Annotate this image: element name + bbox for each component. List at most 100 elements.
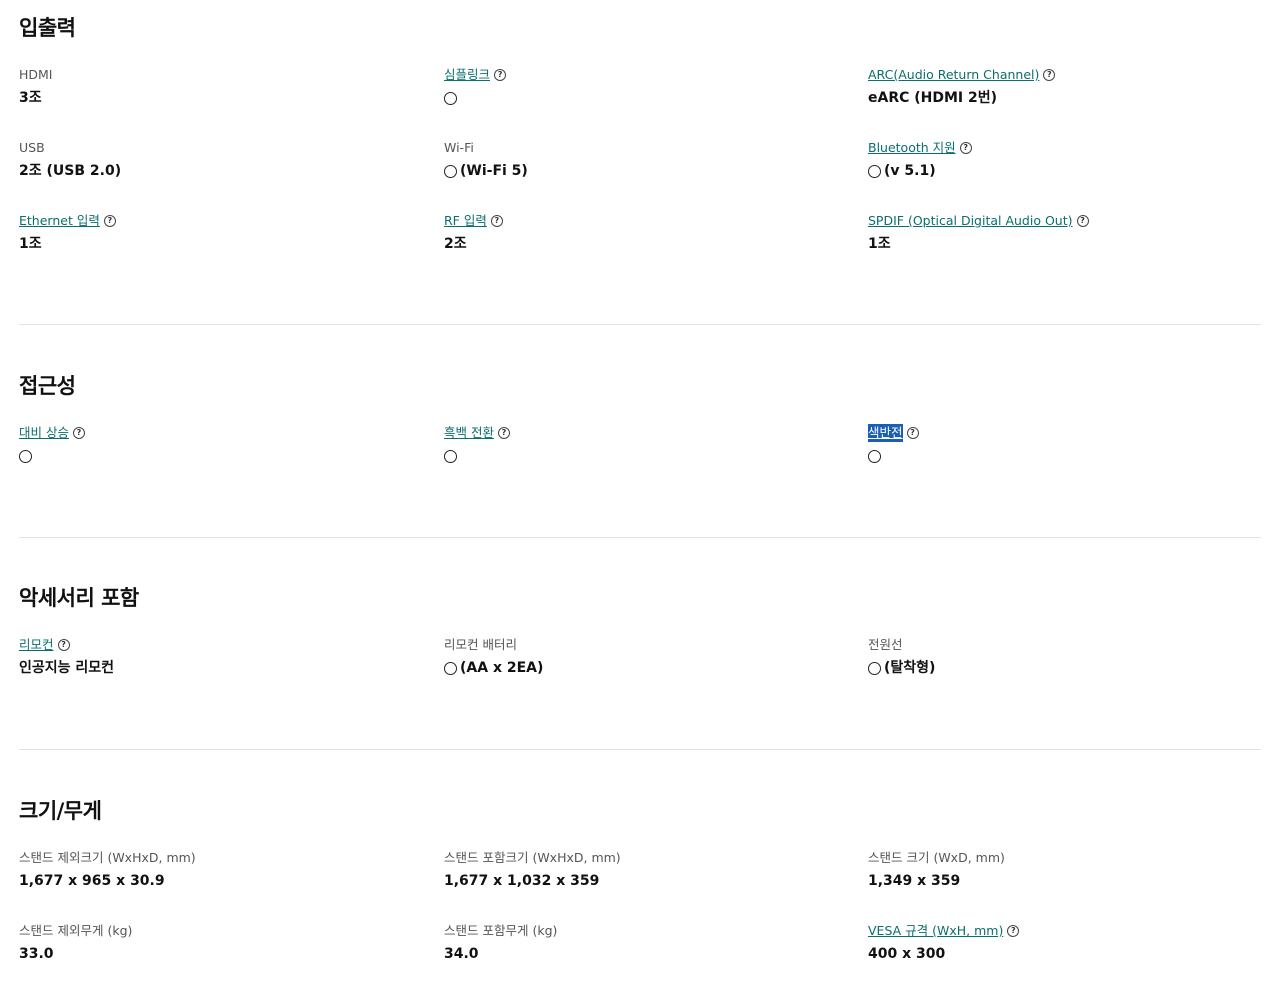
help-icon[interactable]: ?	[1007, 925, 1020, 937]
spec-label: 스탠드 제외무게 (kg)	[19, 922, 419, 940]
help-icon[interactable]: ?	[57, 639, 70, 651]
supported-circle-icon	[19, 449, 32, 463]
spec-item-리모컨-배터리: 리모컨 배터리 (AA x 2EA)	[444, 636, 844, 678]
spec-label-text: 스탠드 포함크기 (WxHxD, mm)	[444, 850, 621, 865]
spec-label-text: 스탠드 크기 (WxD, mm)	[868, 850, 1005, 865]
spec-label: 전원선	[868, 636, 1268, 654]
spec-item-vesa-규격-wxh-mm: VESA 규격 (WxH, mm)? 400 x 300	[868, 922, 1268, 964]
spec-value-text: (탈착형)	[884, 660, 936, 676]
spec-label-link[interactable]: VESA 규격 (WxH, mm)	[868, 922, 1003, 940]
spec-value: 3조	[19, 88, 419, 108]
section-divider	[19, 537, 1261, 538]
spec-item-spdif-optical-digital-audio-out: SPDIF (Optical Digital Audio Out)? 1조	[868, 212, 1268, 254]
spec-value	[444, 446, 844, 466]
help-icon[interactable]: ?	[906, 427, 919, 439]
spec-value-text: 1,349 x 359	[868, 873, 961, 889]
spec-label: 스탠드 크기 (WxD, mm)	[868, 849, 1268, 867]
help-icon[interactable]: ?	[1043, 69, 1056, 81]
spec-label-text: 리모컨 배터리	[444, 637, 517, 652]
spec-label: VESA 규격 (WxH, mm)?	[868, 922, 1268, 940]
spec-value	[444, 88, 844, 108]
spec-value: 인공지능 리모컨	[19, 658, 419, 678]
spec-label: 대비 상승?	[19, 424, 419, 442]
supported-circle-icon	[444, 91, 457, 105]
help-icon[interactable]: ?	[490, 215, 503, 227]
spec-label: 리모컨?	[19, 636, 419, 654]
spec-label-link[interactable]: RF 입력	[444, 212, 487, 230]
spec-item-wi-fi: Wi-Fi (Wi-Fi 5)	[444, 139, 844, 181]
spec-label: ARC(Audio Return Channel)?	[868, 66, 1268, 84]
spec-value: (AA x 2EA)	[444, 658, 844, 678]
spec-item-스탠드-제외무게-kg: 스탠드 제외무게 (kg) 33.0	[19, 922, 419, 964]
spec-value-text: 2조 (USB 2.0)	[19, 163, 122, 179]
spec-label-text: USB	[19, 140, 45, 155]
spec-item-색반전: 색반전?	[868, 424, 1268, 466]
spec-label: 심플링크?	[444, 66, 844, 84]
spec-value-text: 400 x 300	[868, 946, 946, 962]
spec-label-link[interactable]: 리모컨	[19, 636, 54, 654]
spec-value: 1,349 x 359	[868, 871, 1268, 891]
spec-label-text: 스탠드 제외무게 (kg)	[19, 923, 133, 938]
spec-label: HDMI	[19, 66, 419, 84]
spec-value-text: 2조	[444, 236, 467, 252]
help-icon[interactable]: ?	[72, 427, 85, 439]
spec-value: 2조 (USB 2.0)	[19, 161, 419, 181]
spec-label-link[interactable]: 흑백 전환	[444, 424, 494, 442]
help-icon[interactable]: ?	[497, 427, 510, 439]
spec-label-link[interactable]: Ethernet 입력	[19, 212, 100, 230]
spec-label: Ethernet 입력?	[19, 212, 419, 230]
spec-label-text: HDMI	[19, 67, 53, 82]
spec-label-link[interactable]: 심플링크	[444, 66, 490, 84]
spec-value-text: 34.0	[444, 946, 479, 962]
spec-value-text: (v 5.1)	[884, 163, 936, 179]
spec-label: Bluetooth 지원?	[868, 139, 1268, 157]
spec-value: 400 x 300	[868, 944, 1268, 964]
spec-value-text: 3조	[19, 90, 42, 106]
spec-label-link[interactable]: SPDIF (Optical Digital Audio Out)	[868, 212, 1073, 230]
supported-circle-icon	[868, 661, 881, 675]
spec-label-link[interactable]: Bluetooth 지원	[868, 139, 956, 157]
spec-value: 1,677 x 965 x 30.9	[19, 871, 419, 891]
spec-value-text: 33.0	[19, 946, 54, 962]
help-icon[interactable]: ?	[1076, 215, 1089, 227]
spec-label: 리모컨 배터리	[444, 636, 844, 654]
spec-label-text: 스탠드 포함무게 (kg)	[444, 923, 558, 938]
spec-label: 색반전?	[868, 424, 1268, 442]
supported-circle-icon	[444, 449, 457, 463]
section-title: 입출력	[19, 16, 76, 40]
spec-value	[868, 446, 1268, 466]
spec-label: SPDIF (Optical Digital Audio Out)?	[868, 212, 1268, 230]
spec-item-스탠드-크기-wxd-mm: 스탠드 크기 (WxD, mm) 1,349 x 359	[868, 849, 1268, 891]
spec-item-hdmi: HDMI 3조	[19, 66, 419, 108]
spec-label-link[interactable]: 대비 상승	[19, 424, 69, 442]
spec-value: (탈착형)	[868, 658, 1268, 678]
help-icon[interactable]: ?	[959, 142, 972, 154]
spec-label-link[interactable]: ARC(Audio Return Channel)	[868, 66, 1039, 84]
help-icon[interactable]: ?	[103, 215, 116, 227]
spec-item-심플링크: 심플링크?	[444, 66, 844, 108]
spec-value: 34.0	[444, 944, 844, 964]
spec-label: USB	[19, 139, 419, 157]
spec-item-arc-audio-return-channel: ARC(Audio Return Channel)? eARC (HDMI 2번)	[868, 66, 1268, 108]
spec-value	[19, 446, 419, 466]
help-icon[interactable]: ?	[494, 69, 507, 81]
spec-value-text: 1,677 x 1,032 x 359	[444, 873, 600, 889]
spec-value-text: (AA x 2EA)	[460, 660, 544, 676]
spec-item-스탠드-포함크기-wxhxd-mm: 스탠드 포함크기 (WxHxD, mm) 1,677 x 1,032 x 359	[444, 849, 844, 891]
section-title: 접근성	[19, 374, 76, 398]
spec-value-text: eARC (HDMI 2번)	[868, 90, 998, 106]
spec-value-text: 1,677 x 965 x 30.9	[19, 873, 165, 889]
section-divider	[19, 749, 1261, 750]
spec-label-text: 스탠드 제외크기 (WxHxD, mm)	[19, 850, 196, 865]
spec-label: Wi-Fi	[444, 139, 844, 157]
spec-item-흑백-전환: 흑백 전환?	[444, 424, 844, 466]
spec-value: (v 5.1)	[868, 161, 1268, 181]
spec-label-link[interactable]: 색반전	[868, 424, 903, 442]
spec-item-리모컨: 리모컨? 인공지능 리모컨	[19, 636, 419, 678]
spec-item-ethernet-입력: Ethernet 입력? 1조	[19, 212, 419, 254]
spec-value: 1조	[868, 234, 1268, 254]
spec-value-text: 인공지능 리모컨	[19, 660, 115, 676]
spec-value-text: 1조	[19, 236, 42, 252]
spec-item-rf-입력: RF 입력? 2조	[444, 212, 844, 254]
spec-value: 1조	[19, 234, 419, 254]
